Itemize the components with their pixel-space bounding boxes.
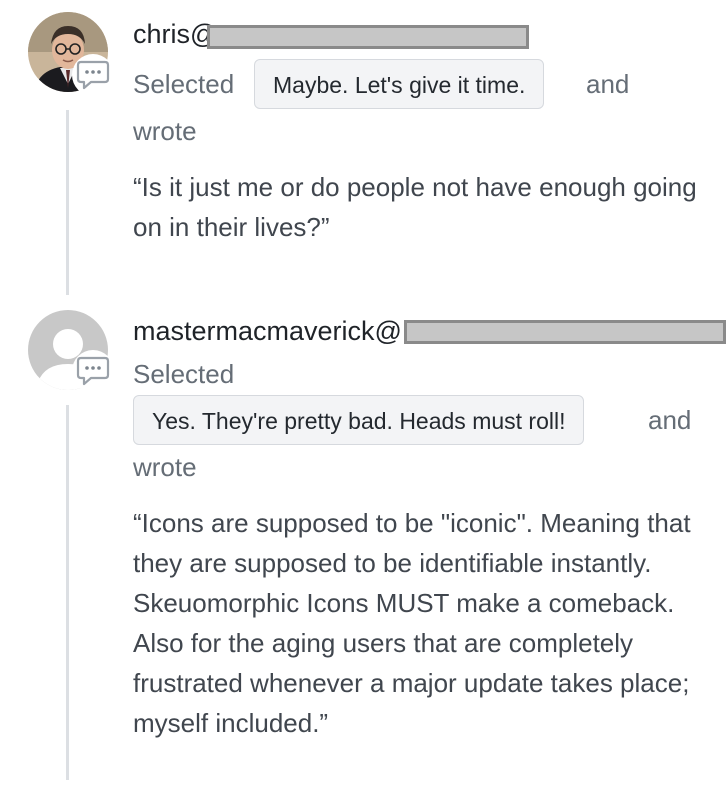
- redacted-email: [207, 25, 529, 49]
- selected-label: Selected: [133, 69, 235, 99]
- comment-thread-line: [66, 110, 69, 295]
- selected-option-pill[interactable]: Maybe. Let's give it time.: [254, 59, 545, 109]
- comment-quote: “Is it just me or do people not have eno…: [133, 172, 697, 242]
- comment-bubble-icon: [72, 54, 114, 96]
- comment-bubble-icon: [72, 350, 114, 392]
- wrote-label: wrote: [133, 116, 197, 146]
- username[interactable]: chris@: [133, 18, 217, 50]
- selected-option-pill[interactable]: Yes. They're pretty bad. Heads must roll…: [133, 395, 585, 445]
- wrote-label: wrote: [133, 452, 197, 482]
- and-label: and: [586, 69, 630, 99]
- username[interactable]: mastermacmaverick@: [133, 315, 402, 347]
- selected-label: Selected: [133, 359, 235, 389]
- comment-quote: “Icons are supposed to be "iconic". Mean…: [133, 508, 691, 738]
- and-label: and: [648, 405, 692, 435]
- redacted-email: [404, 320, 726, 344]
- comment-thread-line: [66, 405, 69, 780]
